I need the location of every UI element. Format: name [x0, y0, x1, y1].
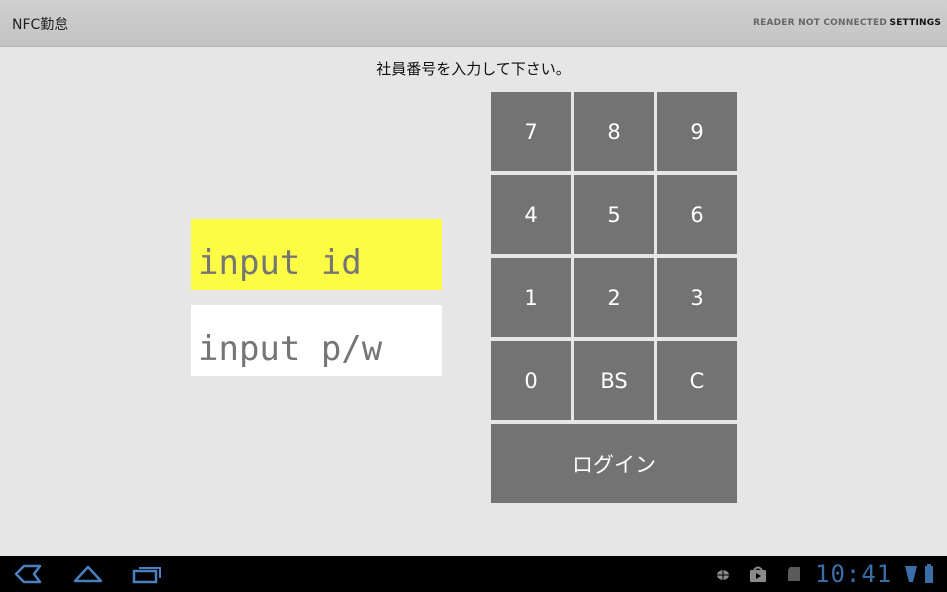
recent-apps-icon[interactable]: [132, 564, 164, 588]
reader-status: READER NOT CONNECTED: [752, 18, 887, 28]
wifi-icon: [904, 564, 918, 588]
login-button[interactable]: ログイン: [491, 424, 737, 503]
settings-button[interactable]: SETTINGS: [890, 18, 941, 28]
key-5[interactable]: 5: [574, 175, 654, 254]
backspace-key[interactable]: BS: [574, 341, 654, 420]
usb-debug-icon: [713, 566, 733, 586]
key-7[interactable]: 7: [491, 92, 571, 171]
key-9[interactable]: 9: [657, 92, 737, 171]
key-8[interactable]: 8: [574, 92, 654, 171]
action-bar: NFC勤怠 READER NOT CONNECTED SETTINGS: [0, 0, 947, 47]
key-0[interactable]: 0: [491, 341, 571, 420]
battery-icon: [924, 564, 934, 588]
key-2[interactable]: 2: [574, 258, 654, 337]
key-3[interactable]: 3: [657, 258, 737, 337]
employee-id-input[interactable]: [191, 219, 442, 290]
instruction-text: 社員番号を入力して下さい。: [376, 60, 571, 78]
sd-card-icon: [787, 566, 801, 586]
home-icon[interactable]: [72, 564, 104, 588]
back-icon[interactable]: [12, 564, 44, 588]
clear-key[interactable]: C: [657, 341, 737, 420]
key-6[interactable]: 6: [657, 175, 737, 254]
status-clock: 10:41: [815, 560, 893, 588]
key-4[interactable]: 4: [491, 175, 571, 254]
app-title: NFC勤怠: [12, 17, 69, 33]
store-notification-icon: [749, 566, 767, 586]
system-bar: 10:41: [0, 556, 947, 592]
password-input[interactable]: [191, 305, 442, 376]
key-1[interactable]: 1: [491, 258, 571, 337]
keypad: 7 8 9 4 5 6 1 2 3 0 BS C ログイン: [491, 92, 737, 503]
